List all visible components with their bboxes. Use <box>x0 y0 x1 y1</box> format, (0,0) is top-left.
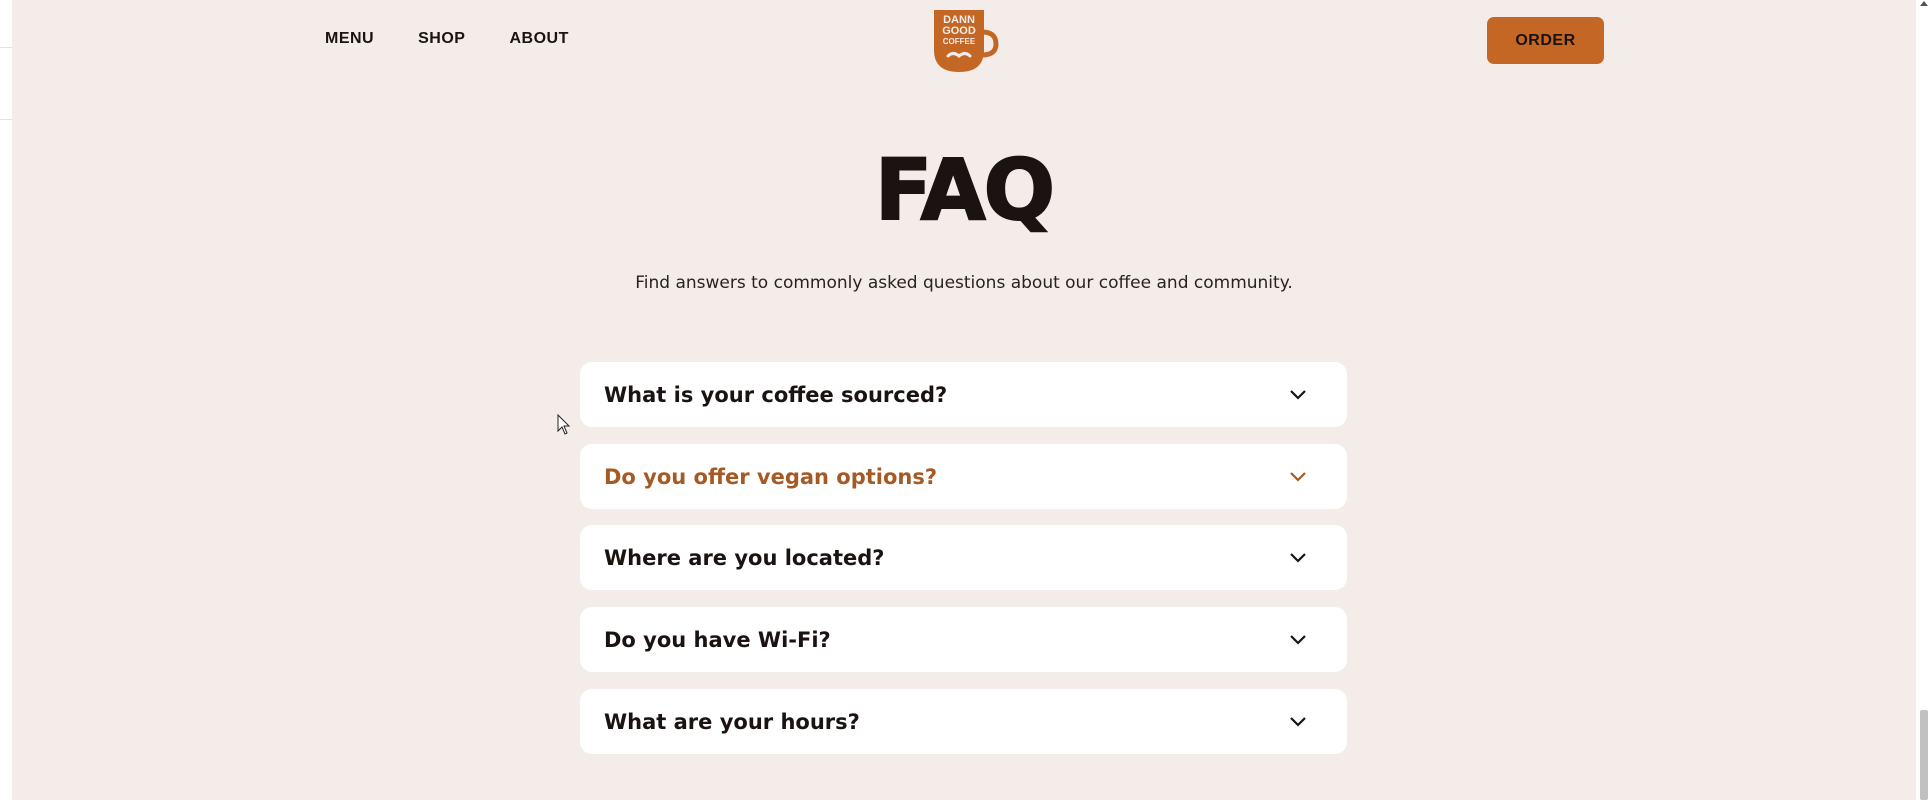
browser-edge <box>0 0 12 800</box>
faq-item-vegan[interactable]: Do you offer vegan options? <box>580 444 1347 509</box>
scrollbar-thumb[interactable] <box>1920 710 1928 800</box>
logo-text-3: COFFEE <box>943 37 976 46</box>
faq-question: Where are you located? <box>604 545 885 570</box>
chevron-down-icon <box>1290 634 1306 645</box>
faq-item-hours[interactable]: What are your hours? <box>580 689 1347 754</box>
nav-menu-link[interactable]: MENU <box>325 30 374 48</box>
faq-accordion: What is your coffee sourced? Do you offe… <box>580 362 1347 771</box>
page: MENU SHOP ABOUT DANN GOOD COFFEE ORDER F… <box>12 0 1916 800</box>
mouse-cursor-icon <box>557 414 571 435</box>
faq-item-wifi[interactable]: Do you have Wi-Fi? <box>580 607 1347 672</box>
faq-question: What is your coffee sourced? <box>604 382 948 407</box>
scroll-up-arrow-icon[interactable] <box>1920 1 1928 6</box>
page-subtitle: Find answers to commonly asked questions… <box>635 273 1293 293</box>
page-scrollbar[interactable] <box>1916 0 1932 800</box>
faq-question: Do you offer vegan options? <box>604 464 938 489</box>
chevron-down-icon <box>1290 716 1306 727</box>
nav-about-link[interactable]: ABOUT <box>509 30 568 48</box>
logo-text-2: GOOD <box>942 25 976 37</box>
faq-item-location[interactable]: Where are you located? <box>580 525 1347 590</box>
chevron-down-icon <box>1290 552 1306 563</box>
faq-item-sourcing[interactable]: What is your coffee sourced? <box>580 362 1347 427</box>
chevron-down-icon <box>1290 389 1306 400</box>
page-title: FAQ <box>874 141 1056 239</box>
main-nav: MENU SHOP ABOUT <box>325 30 569 48</box>
order-button[interactable]: ORDER <box>1487 17 1604 64</box>
chevron-down-icon <box>1290 471 1306 482</box>
faq-question: What are your hours? <box>604 709 860 734</box>
nav-shop-link[interactable]: SHOP <box>418 30 465 48</box>
faq-question: Do you have Wi-Fi? <box>604 627 831 652</box>
browser-edge-notch <box>0 47 12 120</box>
coffee-mug-logo-icon[interactable]: DANN GOOD COFFEE <box>930 6 1000 74</box>
